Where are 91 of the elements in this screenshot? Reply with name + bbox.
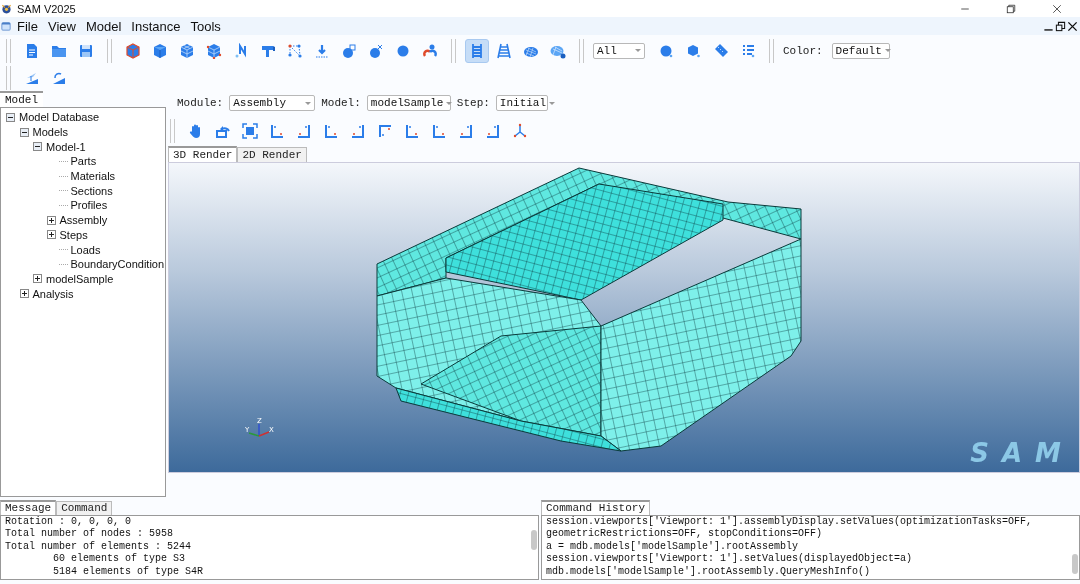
- window-title: SAM V2025: [17, 2, 76, 15]
- save-glyph-icon: [78, 42, 94, 59]
- expand-icon[interactable]: [46, 215, 56, 225]
- message-line: Total number of elements : 5244: [5, 540, 193, 553]
- model-dropdown[interactable]: modelSample: [366, 95, 451, 111]
- command-line: a = mdb.models['modelSample'].rootAssembly: [546, 540, 800, 553]
- menu-item[interactable]: View: [42, 18, 81, 34]
- expand-icon[interactable]: [33, 274, 42, 284]
- list-glyph-icon: [740, 42, 756, 59]
- document-glyph-icon: [24, 42, 40, 59]
- app-logo-icon: [0, 2, 13, 15]
- isometric-axes-glyph-icon: [512, 123, 528, 139]
- filter-dropdown[interactable]: All: [593, 42, 645, 59]
- command-line: session.viewports['Viewport: 1'].setValues(displayedObject=a): [546, 553, 914, 566]
- caret-icon: [305, 101, 312, 105]
- cube-grid-glyph-icon: [206, 42, 222, 59]
- color-label: Color:: [783, 44, 823, 57]
- message-line: Total number of nodes : 5958: [5, 528, 175, 541]
- tree-item[interactable]: Steps: [59, 228, 88, 241]
- command-line: mdb.models['modelSample'].rootAssembly.QueryMeshInfo(): [546, 565, 872, 578]
- tree-item[interactable]: Model Database: [19, 111, 100, 124]
- command-line: session.viewports['Viewport: 1'].assemblyDisplay.setValues(optimizationTasks=OFF,: [546, 516, 1034, 528]
- tree-item[interactable]: Sections: [70, 184, 113, 197]
- close-icon[interactable]: [1067, 20, 1078, 32]
- model-label: Model:: [321, 97, 361, 109]
- message-line: 60 elements of type S3: [52, 553, 187, 566]
- axis-view-glyph-icon: [431, 123, 447, 139]
- tree-item[interactable]: Assembly: [59, 214, 108, 227]
- mesh-rail-glyph-icon: [496, 42, 512, 59]
- tree-item[interactable]: Models: [32, 126, 68, 139]
- restore-icon[interactable]: [1055, 20, 1066, 32]
- axis-view-glyph-icon: [350, 123, 366, 139]
- menu-item[interactable]: File: [12, 18, 43, 34]
- query-cube-glyph-icon: [686, 42, 702, 59]
- module-label: Module:: [177, 97, 224, 109]
- viewport-logo: S A M: [970, 438, 1063, 468]
- collapse-icon[interactable]: [19, 127, 29, 137]
- close-icon[interactable]: [1051, 2, 1063, 15]
- command-line: geometricRestrictions=OFF, stopConditions=OFF): [546, 528, 824, 541]
- tree-item[interactable]: BoundaryCondition: [70, 258, 165, 271]
- tree-item[interactable]: Profiles: [70, 199, 108, 212]
- mesh-ladder-glyph-icon: [469, 42, 485, 59]
- fit-view-glyph-icon: [242, 123, 258, 139]
- node-set-glyph-icon: [287, 42, 303, 59]
- expand-icon[interactable]: [46, 230, 56, 240]
- axis-view-glyph-icon: [269, 123, 285, 139]
- menu-item[interactable]: Tools: [185, 18, 226, 34]
- tree-item[interactable]: modelSample: [46, 272, 114, 285]
- color-dropdown[interactable]: Default: [831, 42, 890, 59]
- axis-view-glyph-icon: [377, 123, 393, 139]
- sphere-glyph-icon: [341, 42, 357, 59]
- axis-view-glyph-icon: [296, 123, 312, 139]
- axis-view-glyph-icon: [485, 123, 501, 139]
- cube-glyph-icon: [125, 42, 141, 59]
- console-tab[interactable]: Command: [56, 501, 113, 515]
- render-tab[interactable]: 3D Render: [168, 146, 238, 162]
- window-menu-icon[interactable]: [0, 20, 12, 32]
- caret-icon: [635, 49, 641, 52]
- sphere-glyph-icon: [368, 42, 384, 59]
- axis-view-glyph-icon: [404, 123, 420, 139]
- axis-view-glyph-icon: [323, 123, 339, 139]
- mesh-ladder-button[interactable]: [465, 38, 489, 63]
- message-line: 5184 elements of type S4R: [52, 565, 205, 578]
- caret-icon: [446, 101, 453, 105]
- expand-icon[interactable]: [19, 289, 29, 299]
- collapse-icon[interactable]: [33, 142, 42, 152]
- cube-glyph-icon: [152, 42, 168, 59]
- scrollbar-thumb[interactable]: [531, 530, 537, 550]
- node-glyph-icon: [233, 42, 249, 59]
- tree-item[interactable]: Loads: [70, 243, 101, 256]
- collapse-icon[interactable]: [6, 112, 15, 122]
- tree-item[interactable]: Analysis: [32, 287, 74, 300]
- tree-item[interactable]: Parts: [70, 155, 97, 168]
- tree-item[interactable]: Materials: [70, 170, 116, 183]
- render-tab[interactable]: 2D Render: [237, 147, 307, 162]
- console-tab[interactable]: Message: [0, 500, 57, 515]
- axis-view-glyph-icon: [458, 123, 474, 139]
- caret-icon: [884, 49, 891, 52]
- cube-grid-glyph-icon: [179, 42, 195, 59]
- ruler-glyph-icon: [713, 42, 729, 59]
- console-tab[interactable]: Command History: [541, 500, 651, 515]
- menu-item[interactable]: Model: [80, 18, 127, 34]
- scrollbar-thumb[interactable]: [1072, 554, 1078, 574]
- module-dropdown[interactable]: Assembly: [229, 95, 316, 111]
- message-line: Rotation : 0, 0, 0, 0: [5, 516, 133, 528]
- caret-icon: [549, 101, 556, 105]
- menu-item[interactable]: Instance: [126, 18, 186, 34]
- load-arrow-glyph-icon: [314, 42, 330, 59]
- tree-item[interactable]: Model-1: [46, 140, 86, 153]
- panel-tab[interactable]: Model: [0, 91, 43, 107]
- step-label: Step:: [456, 97, 490, 109]
